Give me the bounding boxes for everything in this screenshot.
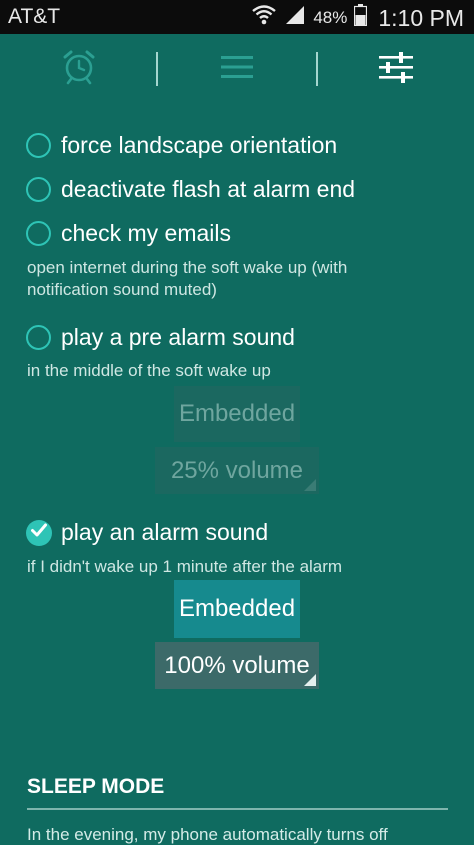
carrier-label: AT&T [8,5,61,28]
pre-alarm-sound-description: in the middle of the soft wake up [27,361,271,380]
battery-percent: 48% [313,8,348,27]
deactivate-flash-option[interactable]: deactivate flash at alarm end [26,176,355,203]
alarm-clock-icon [61,49,97,90]
description-line: open internet during the soft wake up (w… [27,258,348,277]
tab-menu[interactable] [167,34,307,104]
status-bar: AT&T 48% 1:10 PM [0,0,474,34]
checkmark-icon [31,523,47,542]
pre-alarm-sound-select-label: Embedded [178,400,296,427]
pre-alarm-sound-select-button[interactable]: Embedded [174,386,300,442]
force-landscape-option[interactable]: force landscape orientation [26,132,337,159]
sleep-mode-title: SLEEP MODE [27,775,165,798]
check-emails-description: open internet during the soft wake up (w… [27,257,347,301]
tab-divider [156,52,158,86]
tab-bar [0,34,474,104]
deactivate-flash-radio[interactable] [26,177,51,202]
alarm-sound-select-label: Embedded [178,595,296,622]
pre-alarm-sound-radio[interactable] [26,325,51,350]
check-emails-option[interactable]: check my emails [26,220,231,247]
wifi-icon [251,4,277,32]
clock-time: 1:10 PM [378,4,464,31]
status-icons: 48% 1:10 PM [251,4,464,32]
dropdown-corner-icon [304,674,316,686]
battery-icon [354,4,368,32]
alarm-volume-label: 100% volume [164,651,310,679]
dropdown-corner-icon [304,479,316,491]
settings-sliders-icon [378,51,414,88]
alarm-sound-option[interactable]: play an alarm sound [26,519,268,546]
pre-alarm-sound-option[interactable]: play a pre alarm sound [26,324,295,351]
section-divider [27,808,448,810]
check-emails-label: check my emails [61,220,231,246]
alarm-sound-label: play an alarm sound [61,519,269,545]
pre-alarm-volume-label: 25% volume [170,456,304,484]
alarm-volume-dropdown[interactable]: 100% volume [155,642,319,689]
force-landscape-radio[interactable] [26,133,51,158]
description-line: notification sound muted) [27,280,217,299]
deactivate-flash-label: deactivate flash at alarm end [61,176,356,202]
pre-alarm-volume-dropdown[interactable]: 25% volume [155,447,319,494]
tab-alarm[interactable] [9,34,149,104]
tab-divider [316,52,318,86]
sleep-mode-description: In the evening, my phone automatically t… [27,825,388,844]
menu-icon [220,54,254,85]
signal-icon [284,5,306,31]
alarm-sound-select-button[interactable]: Embedded [174,580,300,638]
alarm-sound-checkbox[interactable] [26,519,52,546]
tab-settings[interactable] [326,34,466,104]
pre-alarm-sound-label: play a pre alarm sound [61,324,295,350]
check-emails-radio[interactable] [26,221,51,246]
alarm-sound-description: if I didn't wake up 1 minute after the a… [27,557,343,576]
force-landscape-label: force landscape orientation [61,132,338,158]
